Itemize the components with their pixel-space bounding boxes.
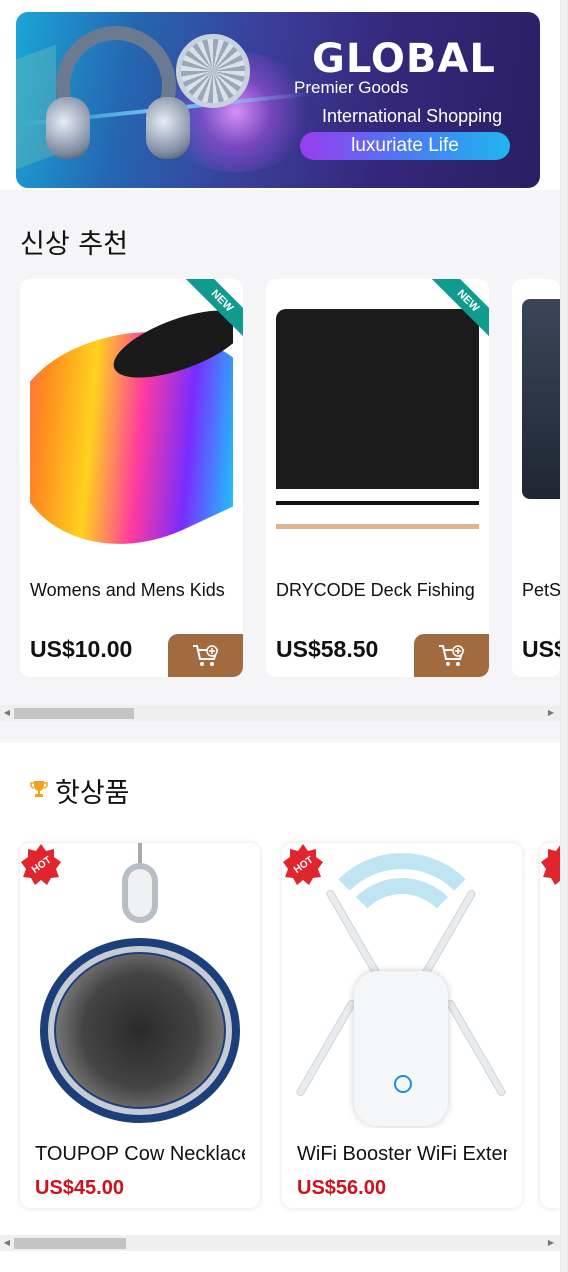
hot-products-section: 핫상품 HOT TOUPOP Cow Necklace US$45.00 HOT… — [0, 743, 568, 1272]
arrow-left-icon[interactable]: ◀ — [2, 1238, 12, 1248]
banner-line-2: International Shopping — [322, 106, 503, 126]
product-image[interactable] — [30, 289, 233, 571]
trophy-icon — [30, 781, 48, 797]
product-name[interactable]: PetS — [522, 580, 560, 601]
banner-brand: GLOBAL — [312, 36, 496, 82]
section-title: 신상 추천 — [20, 229, 128, 260]
page: GLOBAL Premier Goods International Shopp… — [0, 0, 568, 1272]
vertical-scrollbar-thumb[interactable] — [561, 0, 567, 1272]
scrollbar-thumb[interactable] — [14, 1238, 126, 1249]
hot-badge — [541, 844, 568, 885]
deck-boot-image — [276, 309, 479, 509]
vertical-scrollbar[interactable] — [560, 0, 568, 1272]
scrollbar-thumb[interactable] — [14, 708, 134, 719]
pendant-silver-ring — [48, 946, 232, 1115]
banner-cta-pill[interactable]: luxuriate Life — [300, 132, 510, 160]
router-power-led — [394, 1075, 412, 1093]
add-to-cart-button[interactable] — [168, 634, 243, 677]
section-title: 핫상품 — [55, 778, 130, 809]
product-price: US$ — [522, 636, 560, 662]
promo-banner[interactable]: GLOBAL Premier Goods International Shopp… — [16, 12, 540, 188]
wifi-extender-image — [354, 971, 448, 1126]
product-card[interactable]: HOT TOUPOP Cow Necklace US$45.00 — [20, 843, 260, 1208]
product-price: US$58.50 — [276, 636, 379, 662]
boot-sole — [276, 489, 479, 529]
headset-earcup-right — [146, 97, 190, 159]
product-price: US$56.00 — [297, 1177, 386, 1199]
product-price: US$10.00 — [30, 636, 133, 662]
cart-add-icon — [439, 645, 465, 666]
arrow-right-icon[interactable]: ▶ — [546, 708, 556, 718]
router-antenna — [445, 998, 507, 1098]
arrow-left-icon[interactable]: ◀ — [2, 708, 12, 718]
horizontal-scrollbar[interactable]: ◀ ▶ — [0, 705, 560, 721]
add-to-cart-button[interactable] — [414, 634, 489, 677]
product-card-peek[interactable] — [540, 843, 568, 1208]
product-price: US$45.00 — [35, 1177, 124, 1199]
product-name[interactable]: Womens and Mens Kids — [30, 580, 233, 601]
product-card[interactable]: PetS US$ — [512, 279, 560, 677]
product-card[interactable]: NEW Womens and Mens Kids US$10.00 — [20, 279, 243, 677]
necklace-bail — [122, 863, 158, 923]
product-card[interactable]: HOT WiFi Booster WiFi Extender US$56.00 — [282, 843, 522, 1208]
cart-add-icon — [193, 645, 219, 666]
hot-badge: HOT — [283, 844, 323, 885]
new-arrivals-section: 신상 추천 NEW Womens and Mens Kids US$10.00 — [0, 190, 560, 721]
banner-area: GLOBAL Premier Goods International Shopp… — [0, 0, 560, 190]
product-image[interactable] — [282, 843, 522, 1128]
product-image[interactable] — [522, 299, 560, 499]
product-card[interactable]: NEW DRYCODE Deck Fishing US$58.50 — [266, 279, 489, 677]
banner-line-1: Premier Goods — [294, 78, 409, 97]
product-image[interactable] — [276, 289, 479, 571]
headset-earcup-left — [46, 97, 90, 159]
product-image[interactable] — [20, 843, 260, 1128]
arrow-right-icon[interactable]: ▶ — [546, 1238, 556, 1248]
hot-badge: HOT — [21, 844, 61, 885]
product-name[interactable]: DRYCODE Deck Fishing — [276, 580, 479, 601]
horizontal-scrollbar[interactable]: ◀ ▶ — [0, 1235, 560, 1251]
router-antenna — [295, 998, 357, 1098]
fan-image — [176, 34, 250, 108]
product-name[interactable]: WiFi Booster WiFi Extender — [297, 1143, 507, 1166]
boot-sole-stripe — [276, 501, 479, 505]
product-name[interactable]: TOUPOP Cow Necklace — [35, 1143, 245, 1166]
